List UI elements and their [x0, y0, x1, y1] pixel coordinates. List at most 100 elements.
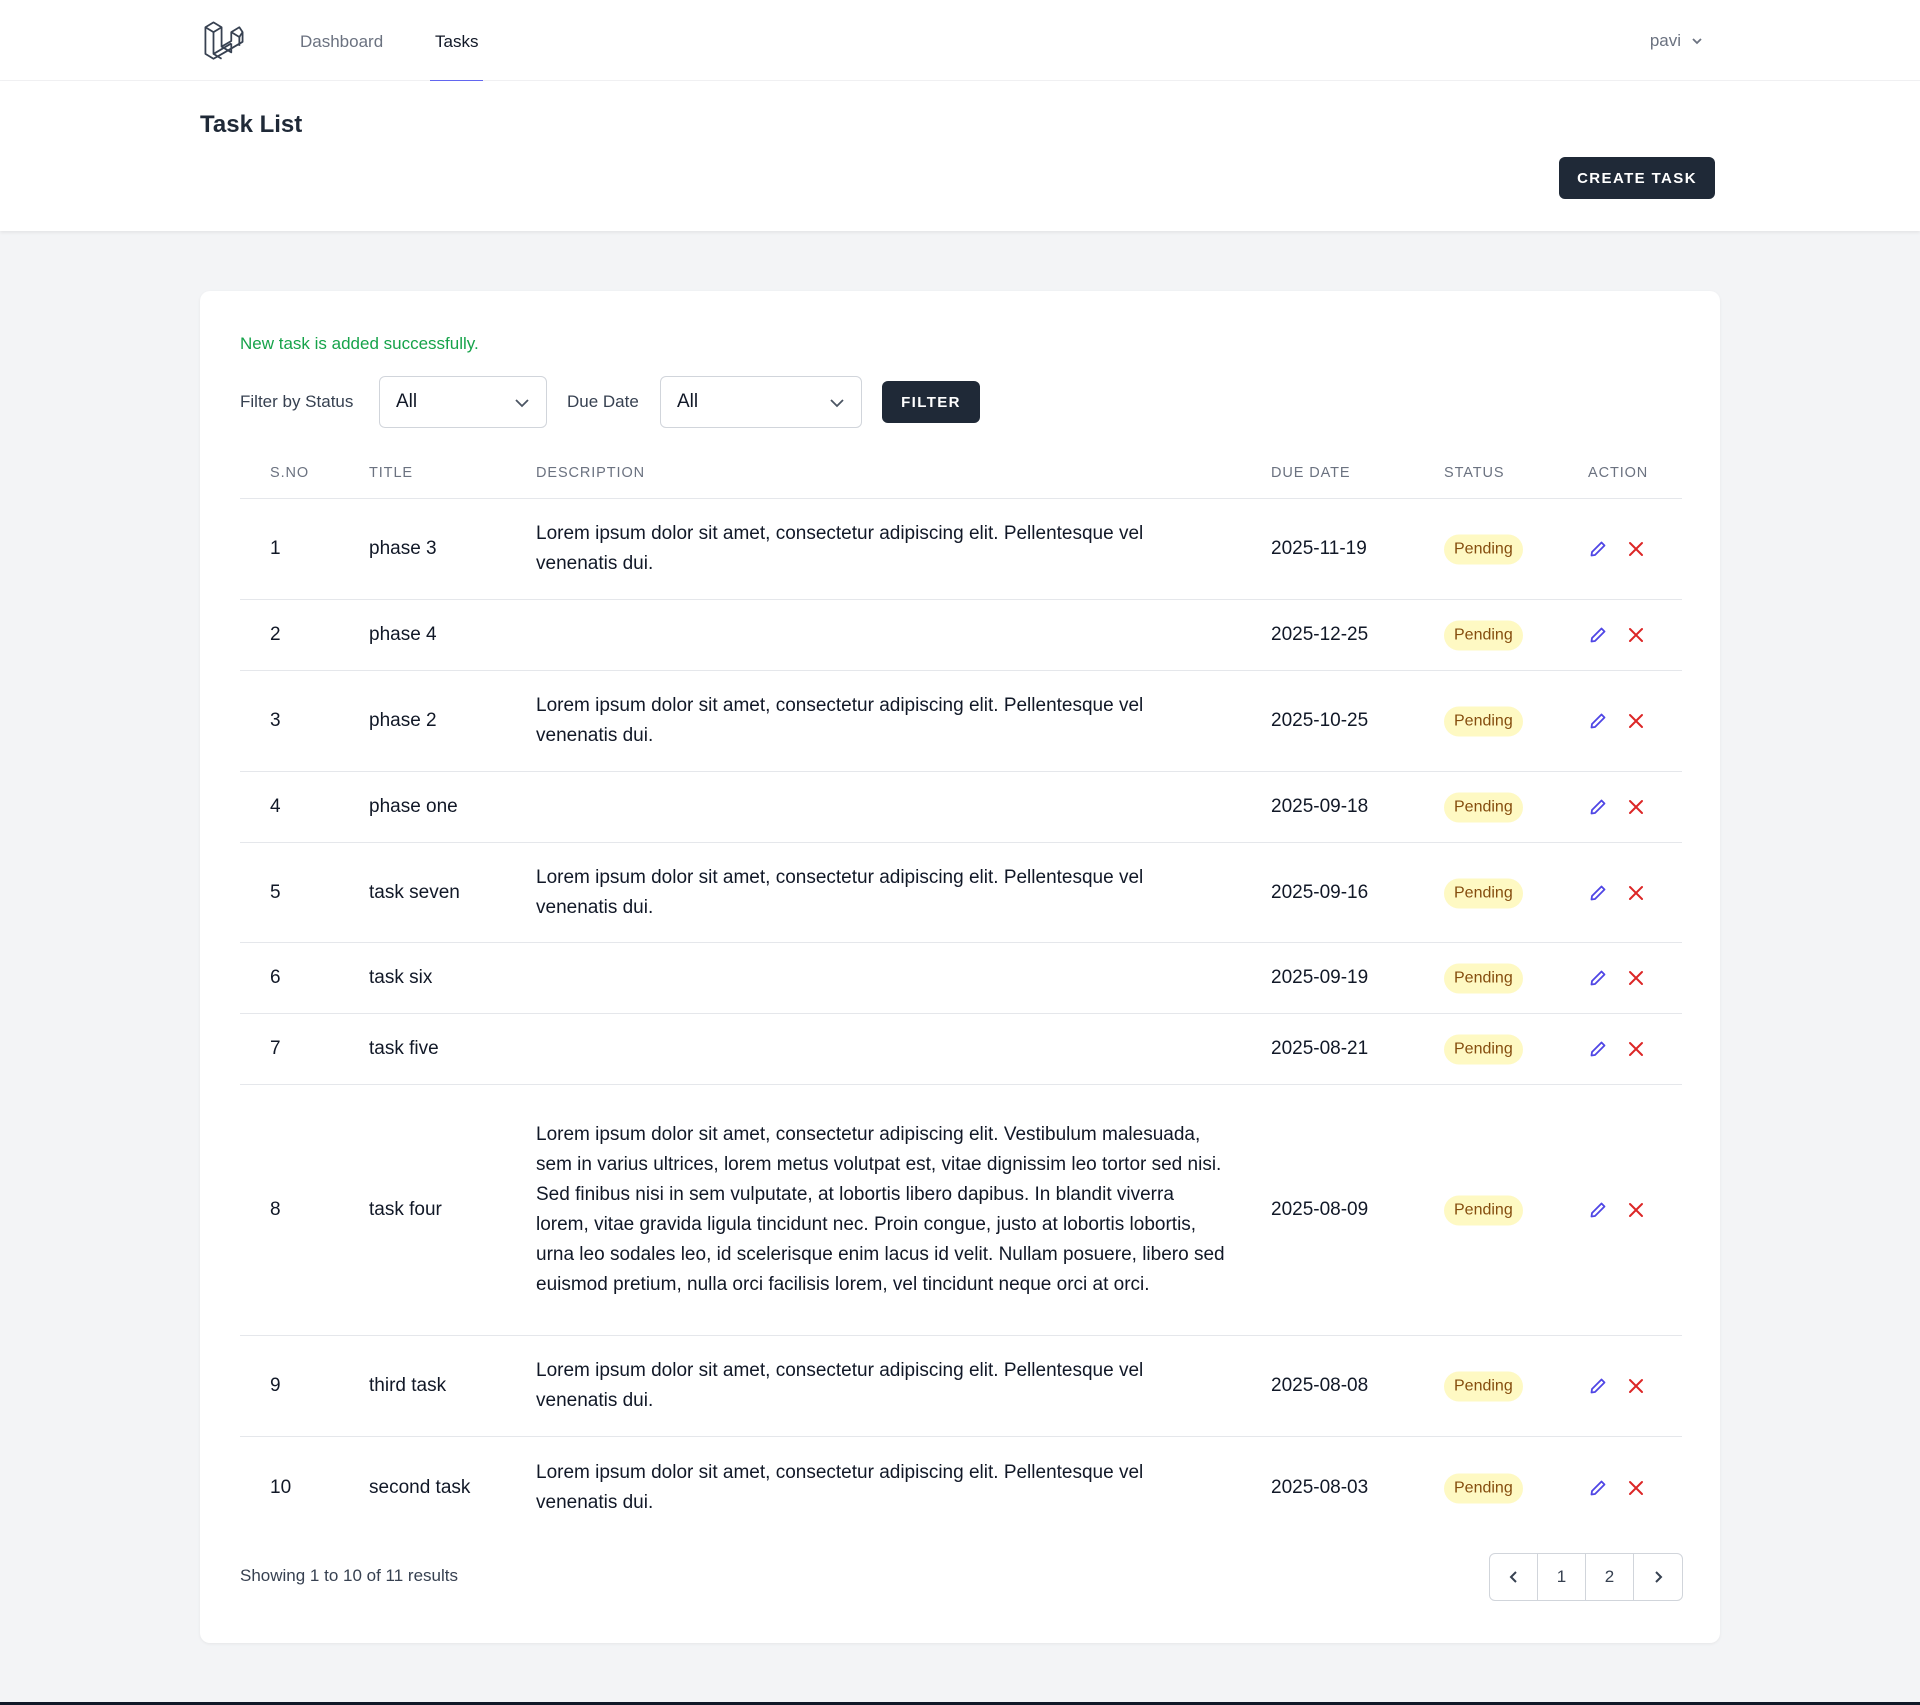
delete-x-icon[interactable] — [1626, 539, 1646, 559]
delete-x-icon[interactable] — [1626, 1039, 1646, 1059]
cell-status: Pending — [1444, 1034, 1523, 1065]
table-row: 6 task six 2025-09-19 Pending — [240, 943, 1682, 1014]
column-header-title: TITLE — [369, 465, 413, 481]
cell-due-date: 2025-08-03 — [1271, 1476, 1369, 1498]
task-list-card: New task is added successfully. Filter b… — [200, 291, 1720, 1643]
delete-x-icon[interactable] — [1626, 968, 1646, 988]
table-row: 5 task seven Lorem ipsum dolor sit amet, c… — [240, 843, 1682, 943]
due-date-filter-label: Due Date — [567, 392, 639, 411]
cell-due-date: 2025-08-21 — [1271, 1038, 1369, 1059]
cell-actions — [1588, 797, 1646, 817]
cell-due-date: 2025-10-25 — [1271, 710, 1369, 731]
laravel-logo-icon[interactable] — [203, 20, 245, 62]
table-row: 8 task four Lorem ipsum dolor sit amet, co… — [240, 1085, 1682, 1336]
edit-pencil-icon[interactable] — [1588, 883, 1608, 903]
cell-title: task four — [369, 1199, 442, 1220]
chevron-down-icon — [1692, 37, 1702, 44]
cell-sno: 3 — [270, 710, 281, 731]
column-header-description: DESCRIPTION — [536, 465, 645, 481]
page-header: Task List CREATE TASK — [0, 81, 1920, 231]
cell-status: Pending — [1444, 1195, 1523, 1226]
cell-sno: 2 — [270, 624, 281, 645]
cell-due-date: 2025-09-19 — [1271, 967, 1369, 988]
cell-sno: 4 — [270, 796, 281, 817]
delete-x-icon[interactable] — [1626, 625, 1646, 645]
edit-pencil-icon[interactable] — [1588, 1200, 1608, 1220]
chevron-right-icon — [1655, 1571, 1663, 1583]
user-menu[interactable]: pavi — [1650, 0, 1703, 81]
cell-title: phase 3 — [369, 538, 437, 559]
cell-description: Lorem ipsum dolor sit amet, consectetur … — [536, 523, 1144, 574]
delete-x-icon[interactable] — [1626, 1478, 1646, 1498]
column-header-due-date: DUE DATE — [1271, 465, 1351, 481]
page-2-button[interactable]: 2 — [1586, 1554, 1634, 1600]
cell-actions — [1588, 539, 1646, 559]
top-navigation: Dashboard Tasks pavi — [0, 0, 1920, 82]
cell-sno: 10 — [270, 1476, 292, 1498]
cell-sno: 8 — [270, 1199, 281, 1220]
due-date-filter-select[interactable]: All — [660, 376, 862, 428]
cell-sno: 5 — [270, 881, 281, 903]
status-badge: Pending — [1444, 1034, 1523, 1065]
cell-title: phase one — [369, 796, 458, 817]
table-row: 9 third task Lorem ipsum dolor sit amet, c… — [240, 1336, 1682, 1437]
filter-button[interactable]: FILTER — [882, 381, 980, 423]
cell-actions — [1588, 883, 1646, 903]
table-row: 3 phase 2 Lorem ipsum dolor sit amet, cons… — [240, 671, 1682, 772]
table-header: S.NO TITLE DESCRIPTION DUE DATE STATUS A… — [240, 461, 1682, 499]
edit-pencil-icon[interactable] — [1588, 539, 1608, 559]
cell-due-date: 2025-11-19 — [1271, 538, 1367, 559]
table-body: 1 phase 3 Lorem ipsum dolor sit amet, cons… — [240, 499, 1682, 1538]
delete-x-icon[interactable] — [1626, 1376, 1646, 1396]
cell-status: Pending — [1444, 792, 1523, 823]
cell-sno: 9 — [270, 1375, 281, 1396]
cell-description: Lorem ipsum dolor sit amet, consectetur … — [536, 1124, 1225, 1295]
next-page-button[interactable] — [1634, 1554, 1682, 1600]
edit-pencil-icon[interactable] — [1588, 1478, 1608, 1498]
create-task-button[interactable]: CREATE TASK — [1559, 157, 1715, 199]
table-row: 1 phase 3 Lorem ipsum dolor sit amet, cons… — [240, 499, 1682, 600]
table-row: 7 task five 2025-08-21 Pending — [240, 1014, 1682, 1085]
status-filter-label: Filter by Status — [240, 392, 354, 411]
status-badge: Pending — [1444, 1473, 1523, 1503]
cell-due-date: 2025-09-18 — [1271, 796, 1369, 817]
edit-pencil-icon[interactable] — [1588, 711, 1608, 731]
cell-sno: 6 — [270, 967, 281, 988]
previous-page-button[interactable] — [1490, 1554, 1538, 1600]
chevron-left-icon — [1509, 1571, 1517, 1583]
table-row: 10 second task Lorem ipsum dolor sit amet,… — [240, 1437, 1682, 1538]
pagination: 1 2 — [1489, 1553, 1683, 1601]
delete-x-icon[interactable] — [1626, 797, 1646, 817]
cell-status: Pending — [1444, 1371, 1523, 1402]
edit-pencil-icon[interactable] — [1588, 1376, 1608, 1396]
cell-title: task seven — [369, 881, 460, 903]
chevron-down-icon — [515, 399, 529, 408]
column-header-sno: S.NO — [270, 465, 310, 481]
cell-status: Pending — [1444, 534, 1523, 565]
user-name: pavi — [1649, 31, 1681, 50]
delete-x-icon[interactable] — [1626, 883, 1646, 903]
edit-pencil-icon[interactable] — [1588, 1039, 1608, 1059]
cell-sno: 1 — [270, 538, 281, 559]
cell-actions — [1588, 1478, 1646, 1498]
cell-actions — [1588, 1200, 1646, 1220]
status-filter-value: All — [396, 391, 418, 412]
column-header-action: ACTION — [1588, 465, 1649, 481]
results-summary: Showing 1 to 10 of 11 results — [240, 1566, 458, 1585]
cell-title: task five — [369, 1038, 439, 1059]
nav-link-dashboard[interactable]: Dashboard — [300, 0, 383, 81]
status-badge: Pending — [1444, 534, 1523, 565]
page-1-button[interactable]: 1 — [1538, 1554, 1586, 1600]
column-header-status: STATUS — [1444, 465, 1505, 481]
delete-x-icon[interactable] — [1626, 711, 1646, 731]
cell-actions — [1588, 625, 1646, 645]
delete-x-icon[interactable] — [1626, 1200, 1646, 1220]
chevron-down-icon — [830, 399, 844, 408]
cell-actions — [1588, 711, 1646, 731]
edit-pencil-icon[interactable] — [1588, 625, 1608, 645]
nav-link-tasks[interactable]: Tasks — [429, 0, 484, 82]
cell-status: Pending — [1444, 877, 1523, 908]
edit-pencil-icon[interactable] — [1588, 968, 1608, 988]
edit-pencil-icon[interactable] — [1588, 797, 1608, 817]
status-filter-select[interactable]: All — [379, 376, 547, 428]
